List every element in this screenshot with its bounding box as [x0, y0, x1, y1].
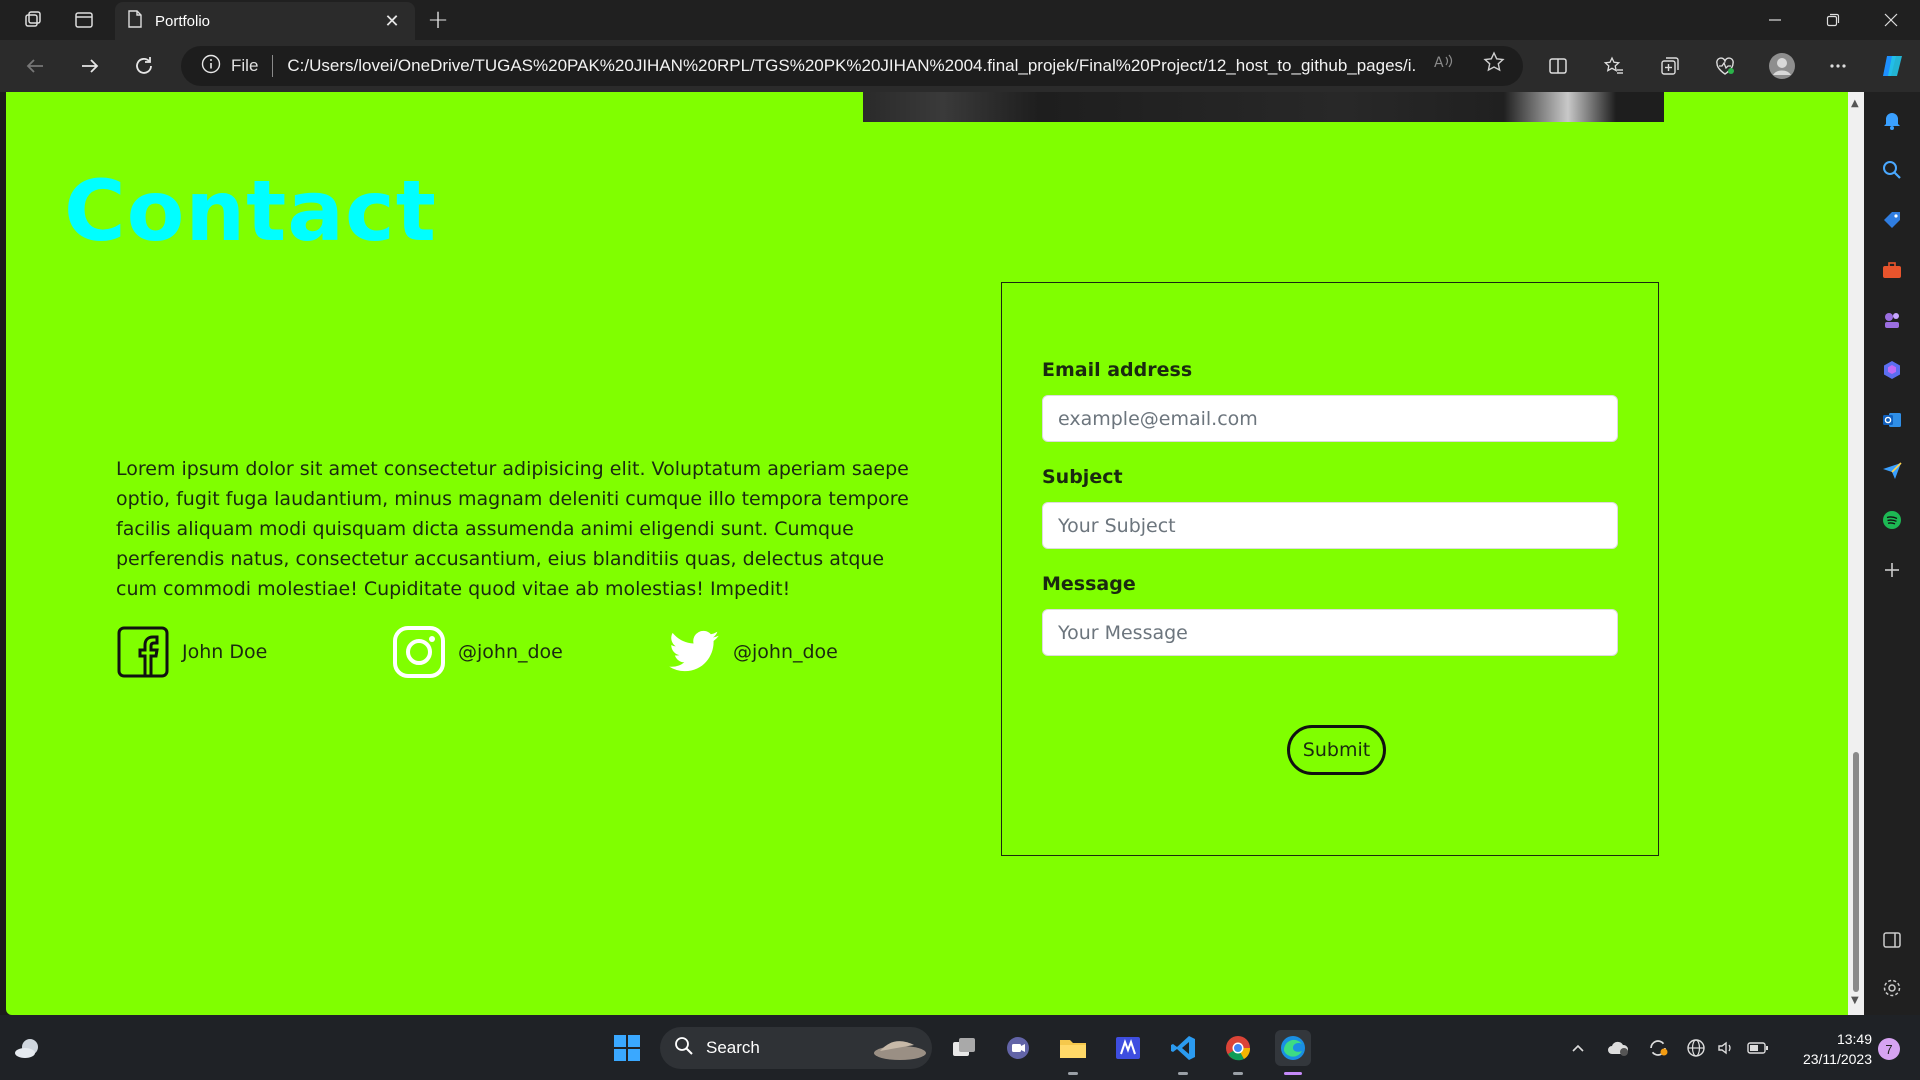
drop-send-icon[interactable] [1878, 456, 1906, 484]
chrome-running-indicator [1233, 1072, 1243, 1075]
copilot-sidebar-icon[interactable] [1878, 356, 1906, 384]
page-icon [127, 10, 143, 32]
page-scrollbar[interactable]: ▲ ▼ [1848, 92, 1864, 1015]
close-tab-icon[interactable]: ✕ [381, 11, 403, 32]
info-icon[interactable] [201, 54, 221, 78]
tools-briefcase-icon[interactable] [1878, 256, 1906, 284]
tab-actions-icon[interactable] [67, 3, 101, 37]
favorite-star-icon[interactable] [1482, 50, 1506, 74]
spotify-icon[interactable] [1878, 506, 1906, 534]
contact-form: Email address Subject Message Submit [1001, 282, 1659, 856]
edge-active-indicator [1284, 1072, 1302, 1075]
twitter-handle: @john_doe [733, 641, 838, 663]
minimize-icon[interactable] [1746, 0, 1804, 40]
notification-badge[interactable]: 7 [1878, 1038, 1900, 1060]
window-controls [1746, 0, 1920, 40]
battery-icon[interactable] [1740, 1030, 1776, 1066]
weather-icon[interactable] [10, 1030, 46, 1066]
contact-description: Lorem ipsum dolor sit amet consectetur a… [116, 458, 909, 600]
forward-icon[interactable] [73, 49, 107, 83]
social-instagram[interactable]: @john_doe [392, 625, 563, 679]
address-bar[interactable]: File C:/Users/lovei/OneDrive/TUGAS%20PAK… [181, 46, 1523, 86]
vscode-running-indicator [1178, 1072, 1188, 1075]
facebook-icon[interactable] [116, 625, 170, 679]
show-hidden-icons-chevron[interactable] [1560, 1030, 1596, 1066]
tab-title: Portfolio [155, 12, 211, 30]
chrome-icon[interactable] [1220, 1030, 1256, 1066]
back-icon[interactable] [18, 49, 52, 83]
volume-icon[interactable] [1708, 1030, 1744, 1066]
clock-date: 23/11/2023 [1802, 1051, 1872, 1067]
search-icon[interactable] [1878, 156, 1906, 184]
notification-bell-icon[interactable] [1878, 106, 1906, 134]
system-clock[interactable]: 13:49 23/11/2023 [1782, 1029, 1872, 1069]
start-windows-icon[interactable] [609, 1030, 645, 1066]
scroll-up-icon[interactable]: ▲ [1851, 98, 1859, 109]
svg-text:A: A [1434, 55, 1444, 71]
url-text[interactable]: C:/Users/lovei/OneDrive/TUGAS%20PAK%20JI… [287, 56, 1417, 76]
instagram-handle: @john_doe [458, 641, 563, 663]
profile-avatar[interactable] [1765, 49, 1799, 83]
email-label: Email address [1042, 359, 1193, 381]
scroll-thumb[interactable] [1853, 752, 1859, 992]
edge-sidebar [1864, 92, 1920, 1015]
facebook-handle: John Doe [182, 641, 268, 663]
clock-time: 13:49 [1836, 1031, 1872, 1047]
search-highlight-icon [870, 1033, 928, 1067]
editor-app-icon[interactable] [1110, 1030, 1146, 1066]
message-field[interactable] [1042, 609, 1618, 656]
tab-bar: Portfolio ✕ + [0, 0, 1920, 40]
taskbar: Search 13:49 23/11/2023 7 [0, 1015, 1920, 1080]
vscode-icon[interactable] [1165, 1030, 1201, 1066]
message-label: Message [1042, 573, 1136, 595]
email-field[interactable] [1042, 395, 1618, 442]
subject-label: Subject [1042, 466, 1123, 488]
hero-image-bottom [863, 92, 1664, 122]
onedrive-icon[interactable] [1600, 1030, 1636, 1066]
address-separator [272, 55, 274, 77]
split-screen-icon[interactable] [1541, 49, 1575, 83]
screen: Portfolio ✕ + File C:/Users/lovei/OneDri… [0, 0, 1920, 1080]
add-sidebar-app-icon[interactable] [1878, 556, 1906, 584]
restore-icon[interactable] [1804, 0, 1862, 40]
browser-toolbar: File C:/Users/lovei/OneDrive/TUGAS%20PAK… [0, 40, 1920, 92]
taskbar-search[interactable]: Search [660, 1027, 932, 1069]
taskbar-search-label: Search [706, 1038, 760, 1057]
hide-sidebar-icon[interactable] [1878, 926, 1906, 954]
tab-portfolio[interactable]: Portfolio ✕ [115, 2, 415, 40]
edge-icon[interactable] [1275, 1030, 1311, 1066]
games-icon[interactable] [1878, 306, 1906, 334]
page-viewport: Contact Lorem ipsum dolor sit amet conse… [6, 92, 1848, 1015]
explorer-running-indicator [1068, 1072, 1078, 1075]
sync-update-icon[interactable] [1640, 1030, 1676, 1066]
subject-field[interactable] [1042, 502, 1618, 549]
page-title: Contact [64, 162, 437, 260]
new-tab-button[interactable]: + [421, 3, 455, 37]
taskbar-search-icon [674, 1036, 694, 1060]
favorites-icon[interactable] [1597, 49, 1631, 83]
submit-button[interactable]: Submit [1287, 725, 1386, 775]
read-aloud-icon[interactable]: A [1432, 50, 1456, 74]
refresh-icon[interactable] [127, 49, 161, 83]
file-explorer-icon[interactable] [1055, 1030, 1091, 1066]
teams-chat-icon[interactable] [1000, 1030, 1036, 1066]
scroll-down-icon[interactable]: ▼ [1851, 995, 1859, 1006]
close-window-icon[interactable] [1862, 0, 1920, 40]
workspaces-icon[interactable] [16, 3, 50, 37]
twitter-icon[interactable] [667, 625, 721, 679]
file-label: File [231, 56, 259, 75]
instagram-icon[interactable] [392, 625, 446, 679]
social-facebook[interactable]: John Doe [116, 625, 267, 679]
sidebar-settings-icon[interactable] [1878, 974, 1906, 1002]
more-options-icon[interactable] [1821, 49, 1855, 83]
outlook-icon[interactable] [1878, 406, 1906, 434]
browser-essentials-icon[interactable] [1708, 49, 1742, 83]
collections-icon[interactable] [1653, 49, 1687, 83]
shopping-tag-icon[interactable] [1878, 206, 1906, 234]
task-view-icon[interactable] [946, 1030, 982, 1066]
social-twitter[interactable]: @john_doe [667, 625, 838, 679]
copilot-icon[interactable] [1876, 49, 1910, 83]
